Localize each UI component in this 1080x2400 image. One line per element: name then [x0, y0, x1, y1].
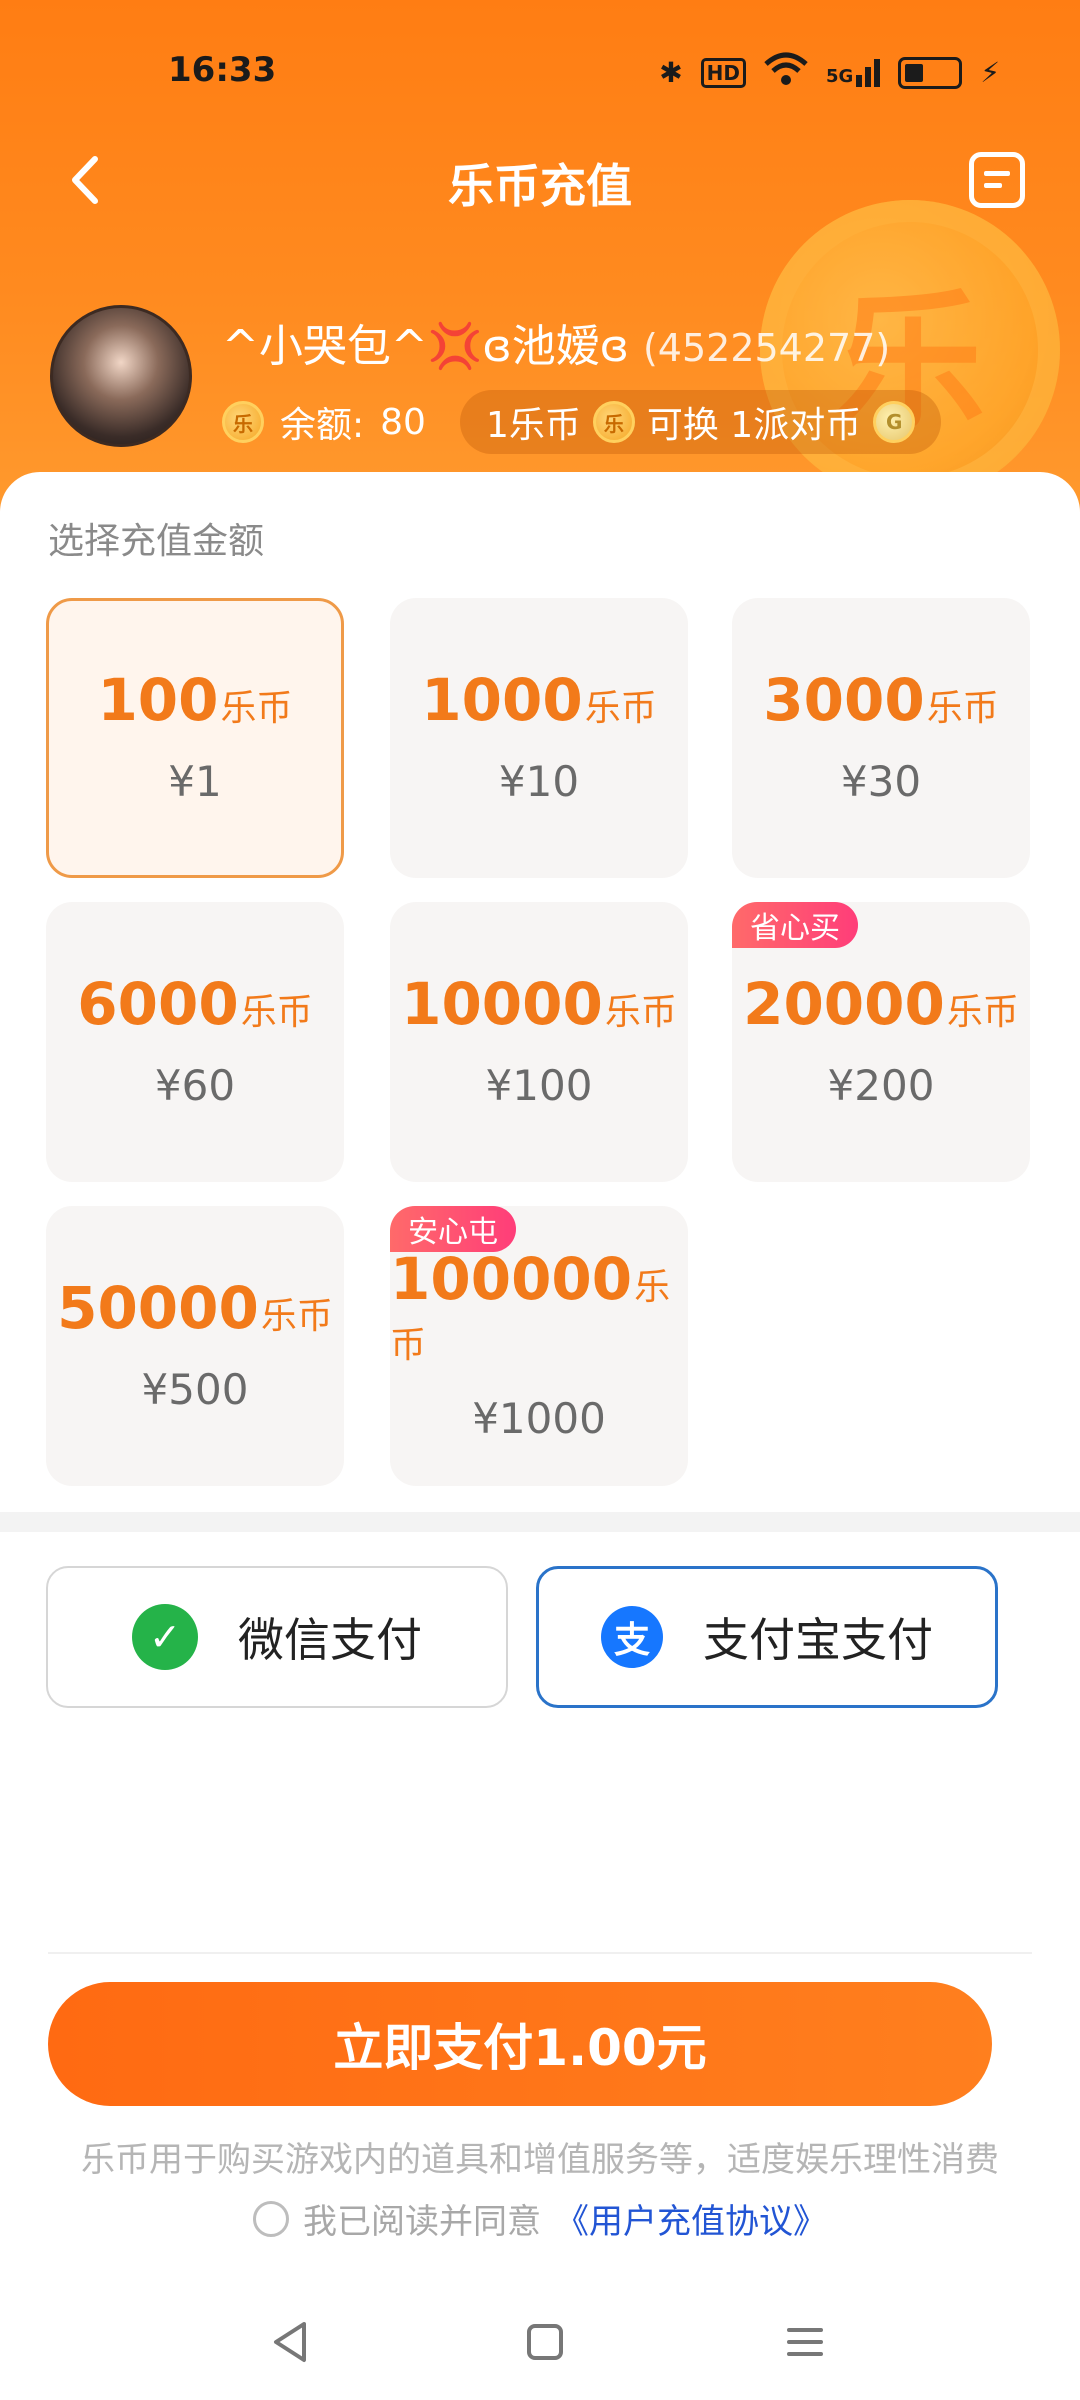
section-label: 选择充值金额 — [48, 521, 265, 562]
recharge-card: 选择充值金额 100乐币 ¥1 1000乐币 ¥10 3000乐币 ¥30 60… — [0, 472, 1080, 2400]
balance-value: 80 — [380, 401, 426, 443]
consumption-notice: 乐币用于购买游戏内的道具和增值服务等，适度娱乐理性消费 — [81, 2140, 999, 2180]
battery-icon — [898, 56, 963, 89]
package-tile[interactable]: 1000乐币 ¥10 — [390, 598, 688, 878]
package-price: ¥100 — [485, 1060, 593, 1110]
package-badge: 省心买 — [732, 902, 858, 948]
status-bar: 16:33 ✱ HD 5G ⚡ — [0, 38, 1080, 108]
page-title: 乐币充值 — [448, 159, 632, 213]
package-badge: 安心屯 — [390, 1206, 516, 1252]
records-button[interactable] — [969, 152, 1025, 208]
wechat-icon: ✓ — [132, 1604, 198, 1670]
agreement-row: 我已阅读并同意 《用户充值协议》 — [0, 2194, 1080, 2243]
divider — [48, 1952, 1032, 1954]
status-time: 16:33 — [168, 50, 277, 90]
exchange-rate-pill: 1乐币 乐 可换 1派对币 G — [459, 390, 942, 454]
hd-icon: HD — [700, 57, 747, 88]
exchange-text-party: 可换 1派对币 — [646, 405, 862, 446]
user-name: ^小哭包^💢ɞ池嫒ɞ — [222, 321, 629, 372]
package-amount: 50000乐币 — [57, 1273, 333, 1342]
bluetooth-icon: ✱ — [659, 56, 683, 89]
wechat-pay-label: 微信支付 — [238, 1613, 422, 1667]
nav-bar: 乐币充值 — [0, 130, 1080, 230]
signal-icon: 5G — [826, 58, 881, 87]
package-tile[interactable]: 安心屯 100000乐币 ¥1000 — [390, 1206, 688, 1486]
package-price: ¥10 — [498, 756, 580, 806]
package-amount: 100000乐币 — [390, 1244, 671, 1366]
network-type: 5G — [826, 65, 854, 87]
party-coin-icon: G — [873, 401, 916, 443]
nav-menu-button[interactable] — [765, 2302, 845, 2382]
balance-label: 余额: — [280, 405, 365, 446]
records-icon-line — [984, 183, 1002, 188]
package-tile[interactable]: 100乐币 ¥1 — [46, 598, 344, 878]
package-tile[interactable]: 省心买 20000乐币 ¥200 — [732, 902, 1030, 1182]
package-amount: 1000乐币 — [421, 665, 657, 734]
alipay-icon: 支 — [601, 1606, 663, 1668]
triangle-back-icon — [274, 2322, 306, 2362]
package-amount: 10000乐币 — [401, 969, 677, 1038]
system-nav-bar — [0, 2302, 1080, 2382]
package-price: ¥500 — [141, 1364, 249, 1414]
agreement-checkbox[interactable] — [253, 2200, 289, 2237]
agreement-link[interactable]: 《用户充值协议》 — [555, 2194, 827, 2243]
balance-row: 乐 余额: 80 1乐币 乐 可换 1派对币 G — [222, 390, 942, 454]
agreement-prefix: 我已阅读并同意 — [303, 2202, 541, 2242]
package-amount: 3000乐币 — [763, 665, 999, 734]
status-icons: ✱ HD 5G ⚡ — [659, 52, 1000, 93]
charging-icon: ⚡ — [980, 56, 1000, 89]
user-name-line: ^小哭包^💢ɞ池嫒ɞ (452254277) — [222, 310, 890, 374]
nav-home-button[interactable] — [505, 2302, 585, 2382]
package-price: ¥60 — [154, 1060, 236, 1110]
coin-icon: 乐 — [592, 401, 635, 443]
alipay-option[interactable]: 支 支付宝支付 — [536, 1566, 998, 1708]
exchange-text-coins: 1乐币 — [485, 405, 581, 446]
wifi-icon — [764, 52, 808, 93]
package-price: ¥200 — [827, 1060, 935, 1110]
package-tile[interactable]: 10000乐币 ¥100 — [390, 902, 688, 1182]
header: 乐 16:33 ✱ HD 5G ⚡ 乐币充值 ^小哭包^💢ɞ池嫒ɞ (45225… — [0, 0, 1080, 520]
nav-back-button[interactable] — [250, 2302, 330, 2382]
alipay-label: 支付宝支付 — [703, 1613, 933, 1667]
avatar — [50, 305, 192, 447]
package-price: ¥1 — [168, 756, 222, 806]
package-tile[interactable]: 6000乐币 ¥60 — [46, 902, 344, 1182]
package-amount: 20000乐币 — [743, 969, 1019, 1038]
square-home-icon — [527, 2324, 563, 2360]
wechat-pay-option[interactable]: ✓ 微信支付 — [46, 1566, 508, 1708]
package-amount: 6000乐币 — [77, 969, 313, 1038]
coin-icon: 乐 — [222, 401, 264, 443]
menu-icon — [787, 2328, 823, 2356]
package-tile[interactable]: 3000乐币 ¥30 — [732, 598, 1030, 878]
pay-now-button[interactable]: 立即支付1.00元 — [48, 1982, 992, 2106]
package-price: ¥30 — [840, 756, 922, 806]
package-amount: 100乐币 — [97, 665, 293, 734]
package-price: ¥1000 — [472, 1393, 606, 1443]
records-icon-line — [984, 171, 1010, 176]
package-tile[interactable]: 50000乐币 ¥500 — [46, 1206, 344, 1486]
section-divider — [0, 1512, 1080, 1532]
user-id: (452254277) — [642, 326, 891, 370]
